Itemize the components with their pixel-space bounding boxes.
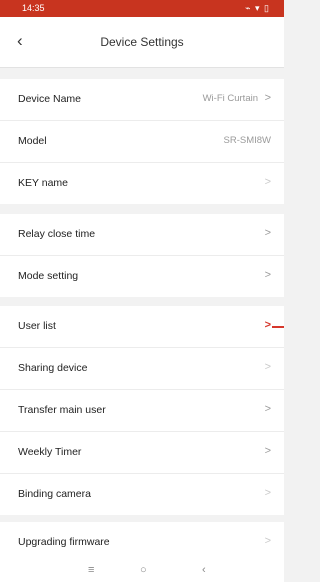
key-name-label: KEY name [18, 177, 69, 189]
weekly-timer-label: Weekly Timer [18, 446, 82, 458]
model-label: Model [18, 135, 47, 147]
mode-setting-label: Mode setting [18, 270, 79, 282]
row-weekly-timer[interactable]: Weekly Timer > [0, 432, 284, 474]
chevron-right-icon: > [264, 319, 271, 331]
row-model: Model SR-SMI8W [0, 121, 284, 163]
chevron-right-icon: > [264, 361, 271, 373]
chevron-right-icon: > [264, 445, 271, 457]
settings-group-users: User list > Sharing device > Transfer ma… [0, 306, 284, 515]
home-icon[interactable]: ○ [140, 564, 147, 576]
chevron-right-icon: > [264, 535, 271, 547]
settings-group-firmware: Upgrading firmware > [0, 522, 284, 559]
chevron-right-icon: > [264, 487, 271, 499]
row-sharing-device[interactable]: Sharing device > [0, 348, 284, 390]
device-name-label: Device Name [18, 93, 82, 105]
status-bar: 14:35 ⌁ ▾ ▯ [0, 0, 284, 17]
row-user-list[interactable]: User list > [0, 306, 284, 348]
transfer-main-user-label: Transfer main user [18, 404, 106, 416]
model-value: SR-SMI8W [223, 135, 272, 146]
row-upgrading-firmware[interactable]: Upgrading firmware > [0, 522, 284, 559]
page-title: Device Settings [100, 35, 184, 49]
row-transfer-main-user[interactable]: Transfer main user > [0, 390, 284, 432]
binding-camera-label: Binding camera [18, 488, 91, 500]
system-nav-bar: ≡ ○ ‹ [0, 559, 284, 582]
menu-icon[interactable]: ≡ [88, 564, 94, 576]
status-icons: ⌁ ▾ ▯ [245, 3, 270, 13]
chevron-right-icon: > [264, 269, 271, 281]
row-key-name[interactable]: KEY name > [0, 163, 284, 204]
back-icon[interactable]: ‹ [202, 564, 206, 576]
chevron-right-icon: > [264, 403, 271, 415]
sharing-device-label: Sharing device [18, 362, 88, 374]
relay-close-time-label: Relay close time [18, 228, 96, 240]
settings-group-relay: Relay close time > Mode setting > [0, 214, 284, 297]
chevron-right-icon: > [264, 92, 271, 104]
chevron-right-icon: > [264, 227, 271, 239]
status-time: 14:35 [22, 3, 45, 13]
row-mode-setting[interactable]: Mode setting > [0, 256, 284, 297]
app-header: ‹ Device Settings [0, 17, 284, 68]
user-list-label: User list [18, 320, 56, 332]
highlight-marker [272, 326, 284, 328]
row-relay-close-time[interactable]: Relay close time > [0, 214, 284, 256]
settings-group-device: Device Name Wi-Fi Curtain > Model SR-SMI… [0, 79, 284, 204]
upgrading-firmware-label: Upgrading firmware [18, 536, 110, 548]
row-device-name[interactable]: Device Name Wi-Fi Curtain > [0, 79, 284, 121]
chevron-right-icon: > [264, 176, 271, 188]
row-binding-camera[interactable]: Binding camera > [0, 474, 284, 515]
device-name-value: Wi-Fi Curtain [202, 93, 258, 104]
